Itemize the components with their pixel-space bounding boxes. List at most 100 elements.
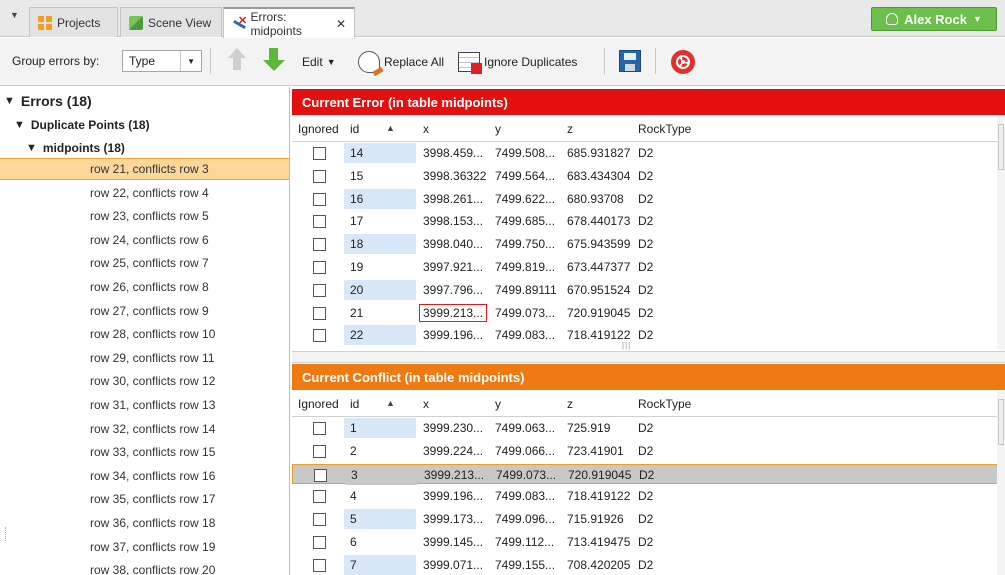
cell-rocktype: D2 [638,421,654,435]
ignored-checkbox[interactable] [313,261,326,274]
table-row[interactable]: 1 3999.230... 7499.063... 725.919 D2 [292,418,1005,438]
ignored-checkbox[interactable] [313,329,326,343]
table-row[interactable]: 4 3999.196... 7499.083... 718.419122 D2 [292,486,1005,506]
tree-item[interactable]: row 33, conflicts row 15 [0,441,289,463]
vertical-scrollbar[interactable] [997,391,1005,575]
table-header: Ignored id ▲ x y z RockType [292,116,1005,142]
column-header-y[interactable]: y [495,122,501,136]
table-row[interactable]: 19 3997.921... 7499.819... 673.447377 D2 [292,257,1005,277]
cell-id: 21 [350,305,364,320]
tree-item[interactable]: row 24, conflicts row 6 [0,229,289,251]
column-header-z[interactable]: z [567,397,573,411]
ignored-checkbox[interactable] [313,306,326,320]
tree-root-errors[interactable]: ▼ Errors (18) [4,92,92,110]
tree-item[interactable]: row 34, conflicts row 16 [0,465,289,487]
table-row[interactable]: 21 3999.213... 7499.073... 720.919045 D2 [292,303,1005,323]
table-row[interactable]: 6 3999.145... 7499.112... 713.419475 D2 [292,532,1005,552]
ignored-checkbox[interactable] [313,422,326,435]
tab-projects[interactable]: Projects [29,7,118,37]
tree-item[interactable]: row 36, conflicts row 18 [0,512,289,534]
table-row[interactable]: 5 3999.173... 7499.096... 715.91926 D2 [292,509,1005,530]
tab-errors-midpoints[interactable]: Errors: midpoints ✕ [223,7,355,38]
column-header-id[interactable]: id [350,122,359,136]
group-errors-select[interactable]: Type ▼ [122,50,202,72]
tree-node-midpoints[interactable]: ▼ midpoints (18) [26,139,125,157]
tree-item[interactable]: row 23, conflicts row 5 [0,205,289,227]
tree-item[interactable]: row 37, conflicts row 19 [0,536,289,558]
table-row[interactable]: 16 3998.261... 7499.622... 680.93708 D2 [292,188,1005,209]
previous-error-icon[interactable] [228,48,246,58]
ignored-checkbox[interactable] [313,536,326,549]
tree-item[interactable]: row 35, conflicts row 17 [0,488,289,510]
close-tab-icon[interactable]: ✕ [336,17,346,31]
cell-id: 3 [351,467,358,482]
tab-label: Projects [57,15,101,30]
ignored-checkbox[interactable] [314,468,327,482]
table-row[interactable]: 7 3999.071... 7499.155... 708.420205 D2 [292,554,1005,575]
table-row[interactable]: 14 3998.459... 7499.508... 685.931827 D2 [292,143,1005,163]
panel-divider[interactable] [292,351,1005,363]
table-row[interactable]: 15 3998.36322 7499.564... 683.434304 D2 [292,166,1005,186]
tree-item[interactable]: row 30, conflicts row 12 [0,370,289,392]
replace-all-button[interactable]: Replace All [358,50,444,74]
edit-menu-button[interactable]: Edit ▼ [302,50,336,74]
column-header-z[interactable]: z [567,122,573,136]
tree-item[interactable]: row 25, conflicts row 7 [0,252,289,274]
expand-triangle-icon[interactable]: ▼ [26,142,37,154]
column-header-rocktype[interactable]: RockType [638,122,691,136]
ignored-checkbox[interactable] [313,192,326,206]
ignored-checkbox[interactable] [313,513,326,527]
horizontal-scroll-grip[interactable]: ||| [622,341,631,350]
cell-z: 685.931827 [567,146,631,160]
column-header-rocktype[interactable]: RockType [638,397,691,411]
table-row[interactable]: 18 3998.040... 7499.750... 675.943599 D2 [292,234,1005,255]
scroll-thumb[interactable] [998,399,1004,445]
table-row[interactable]: 17 3998.153... 7499.685... 678.440173 D2 [292,211,1005,231]
tree-item[interactable]: row 22, conflicts row 4 [0,182,289,204]
tree-item[interactable]: row 32, conflicts row 14 [0,418,289,440]
tree-item[interactable]: row 21, conflicts row 3 [0,158,289,180]
column-header-x[interactable]: x [423,122,429,136]
table-row[interactable]: 22 3999.196... 7499.083... 718.419122 D2 [292,325,1005,346]
help-icon[interactable] [671,50,695,74]
column-header-x[interactable]: x [423,397,429,411]
scroll-thumb[interactable] [998,124,1004,170]
expand-triangle-icon[interactable]: ▼ [14,119,25,131]
ignored-checkbox[interactable] [313,558,326,572]
ignore-duplicates-button[interactable]: Ignore Duplicates [458,50,577,74]
tree-item[interactable]: row 28, conflicts row 10 [0,323,289,345]
column-header-id[interactable]: id [350,397,359,411]
column-header-ignored[interactable]: Ignored [298,122,339,136]
next-error-icon[interactable] [263,60,285,71]
ignored-checkbox[interactable] [313,283,326,297]
tree-item[interactable]: row 27, conflicts row 9 [0,300,289,322]
tab-scene-view[interactable]: Scene View [120,7,222,37]
cell-z: 723.41901 [567,443,624,458]
cell-x: 3999.196... [423,489,484,504]
tab-menu-icon[interactable]: ▼ [10,10,19,20]
ignored-checkbox[interactable] [313,215,326,229]
table-row[interactable]: 3 3999.213... 7499.073... 720.919045 D2 [292,463,1005,485]
ignored-checkbox[interactable] [313,238,326,252]
splitter-handle[interactable] [5,527,8,541]
tree-item[interactable]: row 29, conflicts row 11 [0,347,289,369]
ignored-checkbox[interactable] [313,147,326,160]
ignored-checkbox[interactable] [313,490,326,504]
ignored-checkbox[interactable] [313,169,326,183]
save-icon[interactable] [619,50,641,72]
ignored-checkbox[interactable] [313,444,326,458]
table-row[interactable]: 2 3999.224... 7499.066... 723.41901 D2 [292,441,1005,461]
tree-item[interactable]: row 31, conflicts row 13 [0,394,289,416]
scene-view-icon [129,15,143,30]
tree-node-duplicate-points[interactable]: ▼ Duplicate Points (18) [14,116,150,134]
user-menu-button[interactable]: Alex Rock ▼ [871,7,997,31]
ignore-duplicates-label: Ignore Duplicates [484,55,578,69]
expand-triangle-icon[interactable]: ▼ [4,95,15,107]
table-row[interactable]: 20 3997.796... 7499.89111 670.951524 D2 [292,279,1005,300]
vertical-scrollbar[interactable] [997,116,1005,350]
tree-item[interactable]: row 38, conflicts row 20 [0,559,289,575]
cell-z: 715.91926 [567,512,624,527]
column-header-y[interactable]: y [495,397,501,411]
column-header-ignored[interactable]: Ignored [298,397,339,411]
tree-item[interactable]: row 26, conflicts row 8 [0,276,289,298]
